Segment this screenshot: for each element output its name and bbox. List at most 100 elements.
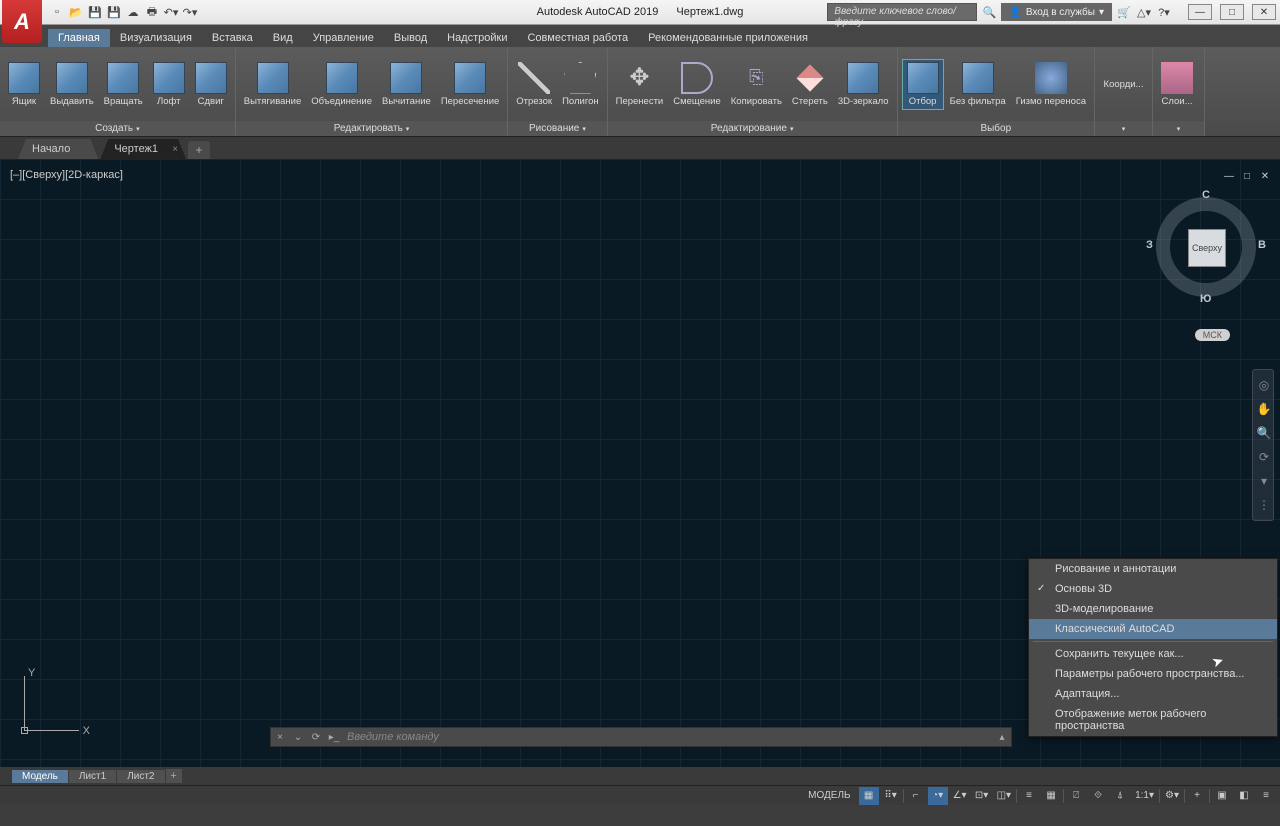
- tab-output[interactable]: Вывод: [384, 29, 437, 47]
- qat-save-icon[interactable]: 💾: [86, 3, 104, 21]
- tab-main[interactable]: Главная: [48, 29, 110, 47]
- qat-open-icon[interactable]: 📂: [67, 3, 85, 21]
- tab-insert[interactable]: Вставка: [202, 29, 263, 47]
- extrude-button[interactable]: Выдавить: [46, 60, 98, 109]
- status-cleanscreen-icon[interactable]: ≡: [1256, 787, 1276, 805]
- search-icon[interactable]: 🔍: [981, 4, 997, 20]
- status-annomon-icon[interactable]: +: [1187, 787, 1207, 805]
- erase-button[interactable]: Стереть: [788, 60, 832, 109]
- gizmo-button[interactable]: Гизмо переноса: [1012, 60, 1090, 109]
- drawing-area[interactable]: [–][Сверху][2D-каркас] — □ ✕ Сверху С Ю …: [0, 159, 1280, 767]
- status-annovis-icon[interactable]: ⟐: [1088, 787, 1108, 805]
- qat-web-icon[interactable]: ☁: [124, 3, 142, 21]
- search-input[interactable]: Введите ключевое слово/фразу: [827, 3, 977, 21]
- wcs-badge[interactable]: МСК: [1195, 329, 1230, 341]
- subtract-button[interactable]: Вычитание: [378, 60, 435, 109]
- qat-plot-icon[interactable]: 🖶: [143, 3, 161, 21]
- new-tab-button[interactable]: +: [188, 141, 210, 159]
- panel-label-edit[interactable]: Редактировать: [236, 121, 508, 136]
- line-button[interactable]: Отрезок: [512, 60, 556, 109]
- status-annoauto-icon[interactable]: ⍋: [1110, 787, 1130, 805]
- nofilter-button[interactable]: Без фильтра: [946, 60, 1010, 109]
- view-label[interactable]: [–][Сверху][2D-каркас]: [10, 169, 123, 181]
- status-track-icon[interactable]: ∠▾: [950, 787, 970, 805]
- cmd-history-icon[interactable]: ⌄: [289, 728, 307, 746]
- status-snap-icon[interactable]: ⠿▾: [881, 787, 901, 805]
- viewcube[interactable]: Сверху С Ю З В: [1156, 197, 1256, 297]
- file-tab-start[interactable]: Начало: [18, 139, 98, 159]
- ctx-settings[interactable]: Параметры рабочего пространства...: [1029, 664, 1277, 684]
- layout-model[interactable]: Модель: [12, 770, 68, 783]
- panel-label-coord[interactable]: [1095, 121, 1152, 136]
- ctx-drafting[interactable]: Рисование и аннотации: [1029, 559, 1277, 579]
- status-model[interactable]: МОДЕЛЬ: [802, 790, 856, 801]
- mirror3d-button[interactable]: 3D-зеркало: [834, 60, 893, 109]
- layout-add-button[interactable]: +: [166, 769, 182, 783]
- cmd-expand-icon[interactable]: ▴: [993, 728, 1011, 746]
- status-hardware-icon[interactable]: ◧: [1234, 787, 1254, 805]
- qat-new-icon[interactable]: ▫: [48, 3, 66, 21]
- panel-label-layers[interactable]: [1153, 121, 1204, 136]
- cmd-close-icon[interactable]: ×: [271, 728, 289, 746]
- sweep-button[interactable]: Сдвиг: [191, 60, 231, 109]
- ctx-3dbasics[interactable]: Основы 3D: [1029, 579, 1277, 599]
- move-button[interactable]: ✥Перенести: [612, 60, 668, 109]
- status-annoscale-icon[interactable]: ⍁: [1066, 787, 1086, 805]
- layers-button[interactable]: Слои...: [1157, 60, 1197, 109]
- status-osnap-icon[interactable]: ⊡▾: [972, 787, 992, 805]
- status-workspace-icon[interactable]: ⚙▾: [1162, 787, 1182, 805]
- nav-more-icon[interactable]: ⋮: [1253, 493, 1275, 517]
- tab-view[interactable]: Вид: [263, 29, 303, 47]
- tab-addins[interactable]: Надстройки: [437, 29, 517, 47]
- offset-button[interactable]: Смещение: [669, 60, 725, 109]
- minimize-button[interactable]: —: [1188, 4, 1212, 20]
- status-scale[interactable]: 1:1▾: [1132, 787, 1157, 805]
- nav-pan-icon[interactable]: ✋: [1253, 397, 1275, 421]
- ctx-saveas[interactable]: Сохранить текущее как...: [1029, 644, 1277, 664]
- maximize-button[interactable]: □: [1220, 4, 1244, 20]
- qat-redo-icon[interactable]: ↷▾: [181, 3, 199, 21]
- status-grid-icon[interactable]: ▦: [859, 787, 879, 805]
- login-button[interactable]: 👤 Вход в службы ▾: [1001, 3, 1112, 21]
- a360-icon[interactable]: △▾: [1136, 4, 1152, 20]
- tab-manage[interactable]: Управление: [303, 29, 384, 47]
- status-transparency-icon[interactable]: ▦: [1041, 787, 1061, 805]
- panel-label-modify[interactable]: Редактирование: [608, 121, 897, 136]
- intersect-button[interactable]: Пересечение: [437, 60, 503, 109]
- panel-label-draw[interactable]: Рисование: [508, 121, 606, 136]
- viewport-maximize-icon[interactable]: □: [1240, 169, 1254, 183]
- ctx-3dmodeling[interactable]: 3D-моделирование: [1029, 599, 1277, 619]
- culling-button[interactable]: Отбор: [902, 59, 944, 110]
- status-ortho-icon[interactable]: ⌐: [906, 787, 926, 805]
- exchange-icon[interactable]: 🛒: [1116, 4, 1132, 20]
- qat-saveas-icon[interactable]: 💾: [105, 3, 123, 21]
- ctx-customize[interactable]: Адаптация...: [1029, 684, 1277, 704]
- viewport-close-icon[interactable]: ✕: [1258, 169, 1272, 183]
- panel-label-create[interactable]: Создать: [0, 121, 235, 136]
- revolve-button[interactable]: Вращать: [100, 60, 147, 109]
- nav-orbit-icon[interactable]: ⟳: [1253, 445, 1275, 469]
- status-lineweight-icon[interactable]: ≡: [1019, 787, 1039, 805]
- cmd-recent-icon[interactable]: ⟳: [307, 728, 325, 746]
- close-tab-icon[interactable]: ×: [172, 144, 178, 155]
- status-polar-icon[interactable]: ◔▾: [928, 787, 948, 805]
- copy-button[interactable]: ⎘Копировать: [727, 60, 786, 109]
- status-3dosnap-icon[interactable]: ◫▾: [994, 787, 1014, 805]
- status-isolate-icon[interactable]: ▣: [1212, 787, 1232, 805]
- union-button[interactable]: Объединение: [307, 60, 376, 109]
- file-tab-current[interactable]: Чертеж1×: [100, 139, 186, 159]
- tab-collab[interactable]: Совместная работа: [517, 29, 638, 47]
- polygon-button[interactable]: Полигон: [558, 60, 603, 109]
- command-line[interactable]: × ⌄ ⟳ ▸_ Введите команду ▴: [270, 727, 1012, 747]
- ctx-classic[interactable]: Классический AutoCAD: [1029, 619, 1277, 639]
- layout-sheet2[interactable]: Лист2: [117, 770, 164, 783]
- layout-sheet1[interactable]: Лист1: [69, 770, 116, 783]
- help-icon[interactable]: ?▾: [1156, 4, 1172, 20]
- nav-expand-icon[interactable]: ▾: [1253, 469, 1275, 493]
- tab-visual[interactable]: Визуализация: [110, 29, 202, 47]
- qat-undo-icon[interactable]: ↶▾: [162, 3, 180, 21]
- nav-zoom-icon[interactable]: 🔍: [1253, 421, 1275, 445]
- nav-wheel-icon[interactable]: ◎: [1253, 373, 1275, 397]
- tab-featured[interactable]: Рекомендованные приложения: [638, 29, 818, 47]
- presspull-button[interactable]: Вытягивание: [240, 60, 306, 109]
